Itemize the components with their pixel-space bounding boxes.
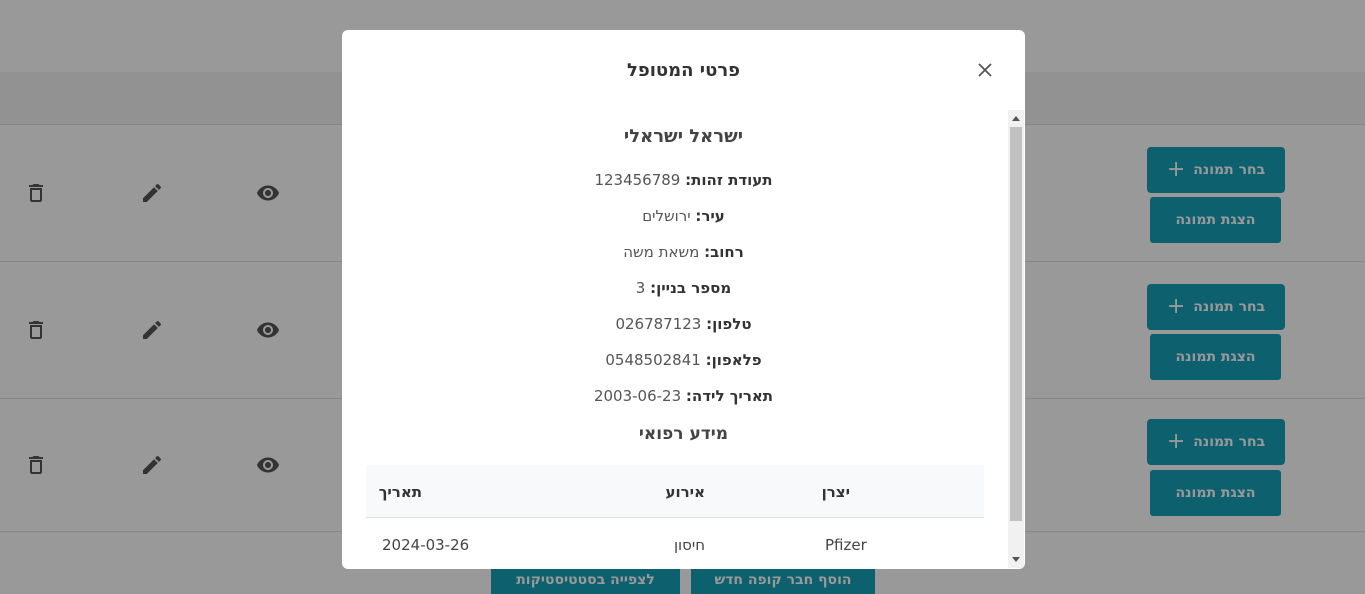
header-event: אירוע <box>665 483 705 501</box>
field-value: 2003-06-23 <box>593 387 682 405</box>
birth-date-field: תאריך לידה: 2003-06-23 <box>342 387 1025 405</box>
city-field: עיר: ירושלים <box>342 207 1025 225</box>
building-number-field: מספר בניין: 3 <box>342 279 1025 297</box>
field-label: רחוב: <box>704 243 744 261</box>
field-label: טלפון: <box>706 315 752 333</box>
field-label: עיר: <box>695 207 725 225</box>
cell-date: 2024-03-26 <box>382 536 470 554</box>
header-date: תאריך <box>378 483 422 501</box>
field-value: משאת משה <box>623 243 700 261</box>
phone-field: טלפון: 026787123 <box>342 315 1025 333</box>
scroll-up-arrow-icon[interactable] <box>1012 116 1020 121</box>
patient-details-modal: פרטי המטופל ישראל ישראלי תעודת זהות: 123… <box>342 30 1025 569</box>
close-icon[interactable] <box>975 60 995 80</box>
field-label: מספר בניין: <box>650 279 732 297</box>
field-value: 123456789 <box>594 171 681 189</box>
mobile-field: פלאפון: 0548502841 <box>342 351 1025 369</box>
medical-table: יצרן אירוע תאריך Pfizer חיסון 2024-03-26 <box>366 465 984 569</box>
field-label: פלאפון: <box>705 351 762 369</box>
medical-info-title: מידע רפואי <box>638 424 729 444</box>
field-value: ירושלים <box>642 207 691 225</box>
field-value: 026787123 <box>615 315 702 333</box>
id-number-field: תעודת זהות: 123456789 <box>342 171 1025 189</box>
modal-title: פרטי המטופל <box>627 60 740 81</box>
patient-name: ישראל ישראלי <box>623 126 744 147</box>
cell-event: חיסון <box>673 536 705 554</box>
modal-scrollbar[interactable] <box>1008 110 1024 568</box>
header-manufacturer: יצרן <box>821 483 850 501</box>
field-label: תעודת זהות: <box>685 171 773 189</box>
field-label: תאריך לידה: <box>685 387 774 405</box>
table-row: Pfizer חיסון 2024-03-26 <box>366 518 984 569</box>
scroll-thumb[interactable] <box>1010 127 1022 521</box>
field-value: 3 <box>635 279 646 297</box>
medical-table-header: יצרן אירוע תאריך <box>366 465 984 518</box>
street-field: רחוב: משאת משה <box>342 243 1025 261</box>
field-value: 0548502841 <box>605 351 701 369</box>
cell-manufacturer: Pfizer <box>825 536 867 554</box>
scroll-down-arrow-icon[interactable] <box>1012 557 1020 562</box>
